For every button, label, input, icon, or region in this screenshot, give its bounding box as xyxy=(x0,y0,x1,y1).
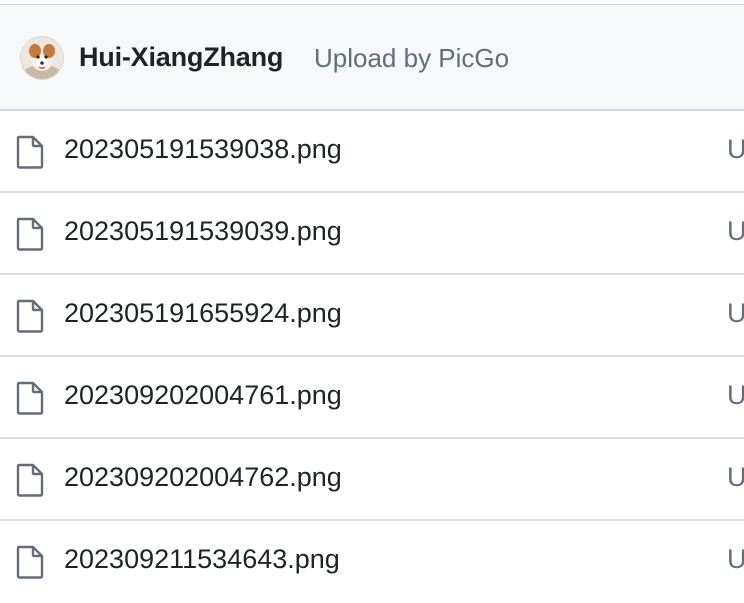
file-commit-message[interactable]: U xyxy=(727,216,744,247)
file-icon xyxy=(16,463,44,497)
file-name-link[interactable]: 202309202004761.png xyxy=(64,380,342,411)
file-name-link[interactable]: 202305191655924.png xyxy=(64,298,342,329)
latest-commit-header: Hui-XiangZhang Upload by PicGo xyxy=(0,5,744,111)
file-commit-message[interactable]: U xyxy=(727,298,744,329)
file-name-link[interactable]: 202305191539038.png xyxy=(64,134,342,165)
file-icon xyxy=(16,299,44,333)
file-row[interactable]: 202305191539039.png U xyxy=(0,193,744,275)
file-name-link[interactable]: 202309211534643.png xyxy=(64,544,340,575)
file-icon xyxy=(16,135,44,169)
file-row[interactable]: 202309211534643.png U xyxy=(0,521,744,603)
commit-author-link[interactable]: Hui-XiangZhang xyxy=(79,42,283,73)
avatar[interactable] xyxy=(21,37,63,79)
file-row[interactable]: 202309202004762.png U xyxy=(0,439,744,521)
file-row[interactable]: 202309202004761.png U xyxy=(0,357,744,439)
file-icon xyxy=(16,545,44,579)
file-icon xyxy=(16,217,44,251)
file-commit-message[interactable]: U xyxy=(727,544,744,575)
file-row[interactable]: 202305191539038.png U xyxy=(0,111,744,193)
file-name-link[interactable]: 202309202004762.png xyxy=(64,462,342,493)
file-name-link[interactable]: 202305191539039.png xyxy=(64,216,342,247)
file-commit-message[interactable]: U xyxy=(727,462,744,493)
file-icon xyxy=(16,381,44,415)
file-list: 202305191539038.png U 202305191539039.pn… xyxy=(0,111,744,603)
file-row[interactable]: 202305191655924.png U xyxy=(0,275,744,357)
file-commit-message[interactable]: U xyxy=(727,134,744,165)
file-commit-message[interactable]: U xyxy=(727,380,744,411)
commit-message-link[interactable]: Upload by PicGo xyxy=(314,43,509,74)
